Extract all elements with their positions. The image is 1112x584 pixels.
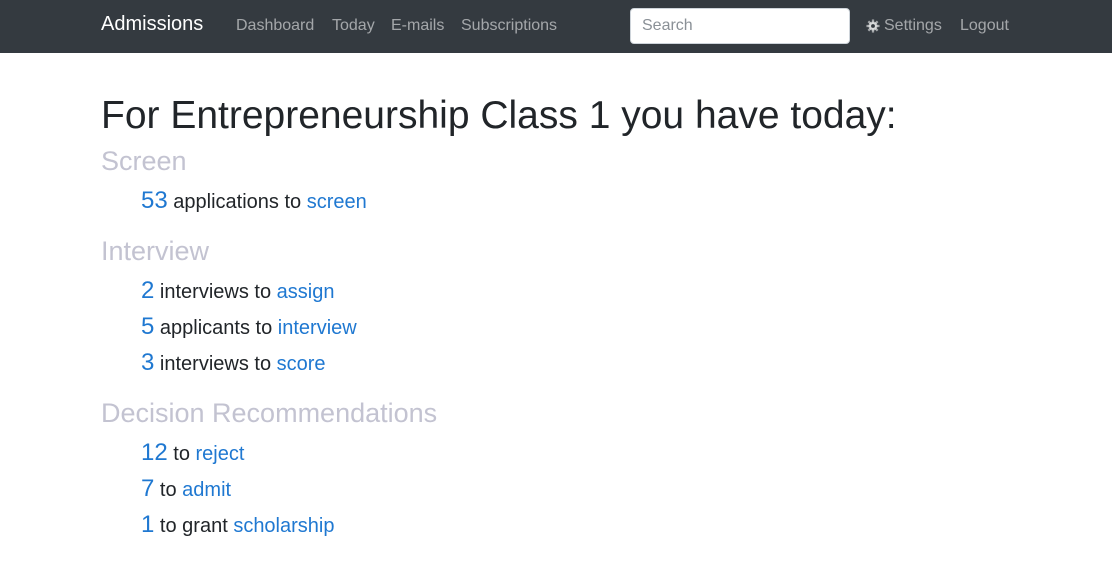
task-text: applications to [173,191,302,213]
brand-link[interactable]: Admissions [101,13,203,36]
section-title-interview: Interview [101,236,210,266]
task-count-link[interactable]: 53 [141,187,168,214]
search-input[interactable] [630,8,850,44]
task-count-link[interactable]: 12 [141,439,168,466]
task-text: interviews to [159,353,272,375]
task-item-score: 3 interviews to score [141,349,326,378]
task-item-scholarship: 1 to grant scholarship [141,511,334,540]
nav-link-today[interactable]: Today [332,17,375,35]
task-item-admit: 7 to admit [141,475,231,504]
task-count-link[interactable]: 2 [141,277,154,304]
task-action-link-reject[interactable]: reject [196,443,245,465]
task-count-link[interactable]: 5 [141,313,154,340]
task-item-screen: 53 applications to screen [141,187,367,216]
task-action-link-interview[interactable]: interview [278,317,357,339]
task-action-link-score[interactable]: score [277,353,326,375]
task-count-link[interactable]: 7 [141,475,154,502]
gear-icon [866,19,880,33]
nav-link-dashboard[interactable]: Dashboard [236,17,314,35]
section-title-screen: Screen [101,146,187,176]
task-action-link-assign[interactable]: assign [277,281,335,303]
task-item-assign: 2 interviews to assign [141,277,334,306]
logout-link[interactable]: Logout [960,17,1009,35]
task-text: interviews to [159,281,272,303]
task-item-interview: 5 applicants to interview [141,313,357,342]
nav-link-subscriptions[interactable]: Subscriptions [461,17,557,35]
task-action-link-scholarship[interactable]: scholarship [233,515,334,537]
task-count-link[interactable]: 1 [141,511,154,538]
task-text: to grant [159,515,228,537]
task-item-reject: 12 to reject [141,439,244,468]
page-title: For Entrepreneurship Class 1 you have to… [101,94,897,137]
section-title-decision-recommendations: Decision Recommendations [101,398,438,428]
settings-link[interactable]: Settings [884,17,942,35]
top-navbar: Admissions Dashboard Today E-mails Subsc… [0,0,1112,53]
task-action-link-screen[interactable]: screen [307,191,367,213]
task-count-link[interactable]: 3 [141,349,154,376]
task-text: to [159,479,177,501]
nav-link-emails[interactable]: E-mails [391,17,444,35]
task-text: to [173,443,190,465]
task-text: applicants to [159,317,273,339]
task-action-link-admit[interactable]: admit [182,479,231,501]
